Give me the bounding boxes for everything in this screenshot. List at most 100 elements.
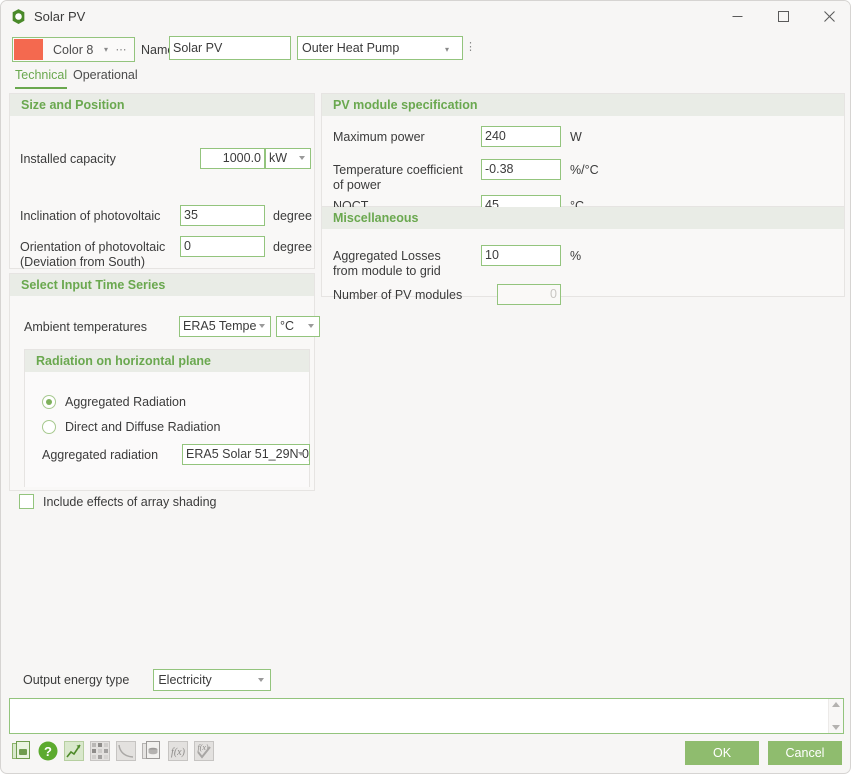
group-miscellaneous: Miscellaneous Aggregated Losses from mod… bbox=[321, 207, 845, 305]
svg-text:?: ? bbox=[44, 744, 52, 759]
temperature-coefficient-label-line2: of power bbox=[333, 178, 381, 192]
comment-textarea[interactable] bbox=[9, 698, 844, 734]
inclination-unit: degree bbox=[273, 209, 312, 223]
tab-bar: Technical Operational bbox=[1, 68, 850, 91]
orientation-input[interactable]: 0 bbox=[180, 236, 265, 257]
array-shading-checkbox-row[interactable]: Include effects of array shading bbox=[19, 494, 217, 509]
chevron-down-icon bbox=[299, 156, 305, 160]
matrix-grid-icon[interactable] bbox=[89, 740, 111, 762]
chevron-down-icon[interactable]: ▾ bbox=[445, 45, 449, 54]
inclination-label: Inclination of photovoltaic bbox=[20, 209, 161, 223]
group-header-time-series: Select Input Time Series bbox=[10, 274, 314, 296]
more-options-icon[interactable]: ⋯ bbox=[116, 43, 128, 56]
temperature-coefficient-input[interactable]: -0.38 bbox=[481, 159, 561, 180]
inclination-input[interactable]: 35 bbox=[180, 205, 265, 226]
solar-pv-dialog: Solar PV Color 8 ▾ ⋯ Name: Solar PV Oute… bbox=[0, 0, 851, 774]
aggregated-losses-unit: % bbox=[570, 249, 582, 263]
group-header-size-and-position: Size and Position bbox=[10, 94, 314, 116]
group-header-radiation: Radiation on horizontal plane bbox=[25, 350, 309, 372]
maximum-power-label: Maximum power bbox=[333, 130, 425, 144]
maximum-power-input[interactable]: 240 bbox=[481, 126, 561, 147]
color-swatch bbox=[14, 39, 43, 60]
title-bar: Solar PV bbox=[1, 1, 850, 32]
chevron-down-icon[interactable]: ▾ bbox=[104, 45, 108, 54]
checkbox-icon[interactable] bbox=[19, 494, 34, 509]
temperature-coefficient-unit: %/°C bbox=[570, 163, 599, 177]
group-pv-module-specification: PV module specification Maximum power 24… bbox=[321, 93, 845, 216]
name-input[interactable]: Solar PV bbox=[169, 36, 291, 60]
window-title: Solar PV bbox=[34, 9, 86, 24]
group-radiation-horizontal-plane: Radiation on horizontal plane Aggregated… bbox=[24, 349, 310, 487]
solar-pv-icon bbox=[12, 9, 25, 24]
chevron-down-icon bbox=[258, 678, 265, 682]
minimize-button[interactable] bbox=[714, 1, 760, 32]
function-fx-check-icon[interactable]: f(x) bbox=[193, 740, 215, 762]
chevron-down-icon bbox=[298, 452, 304, 456]
chevron-down-icon bbox=[259, 324, 265, 328]
help-icon[interactable]: ? bbox=[37, 740, 59, 762]
ambient-temperatures-combo[interactable]: ERA5 Tempe bbox=[179, 316, 271, 337]
orientation-label-line2: (Deviation from South) bbox=[20, 255, 146, 269]
curve-icon[interactable] bbox=[115, 740, 137, 762]
cancel-button[interactable]: Cancel bbox=[768, 741, 842, 765]
orientation-unit: degree bbox=[273, 240, 312, 254]
chart-line-icon[interactable] bbox=[63, 740, 85, 762]
output-energy-type-value: Electricity bbox=[158, 673, 212, 687]
color-picker-combo[interactable]: Color 8 ▾ ⋯ bbox=[12, 37, 135, 62]
ok-button[interactable]: OK bbox=[685, 741, 759, 765]
ambient-temperatures-unit-value: °C bbox=[280, 319, 295, 333]
temperature-coefficient-label: Temperature coefficient of power bbox=[333, 163, 463, 193]
radio-button-icon bbox=[42, 395, 56, 409]
installed-capacity-input[interactable]: 1000.0 bbox=[200, 148, 265, 169]
comment-scrollbar[interactable] bbox=[828, 699, 843, 733]
right-panel: PV module specification Maximum power 24… bbox=[321, 93, 845, 305]
aggregated-radiation-combo[interactable]: ERA5 Solar 51_29N 0_ bbox=[182, 444, 310, 465]
temperature-coefficient-label-line1: Temperature coefficient bbox=[333, 163, 463, 177]
function-fx-icon[interactable]: f(x) bbox=[167, 740, 189, 762]
radio-direct-diffuse-radiation[interactable]: Direct and Diffuse Radiation bbox=[42, 420, 220, 434]
number-of-pv-modules-input: 0 bbox=[497, 284, 561, 305]
header-row: Color 8 ▾ ⋯ Name: Solar PV Outer Heat Pu… bbox=[1, 32, 850, 67]
aggregated-radiation-label: Aggregated radiation bbox=[42, 448, 159, 462]
copy-document-icon[interactable] bbox=[11, 740, 33, 762]
ambient-temperatures-value: ERA5 Tempe bbox=[183, 319, 257, 333]
maximum-power-unit: W bbox=[570, 130, 582, 144]
left-panel: Size and Position Installed capacity 100… bbox=[9, 93, 320, 491]
installed-capacity-unit-value: kW bbox=[269, 151, 288, 165]
maximize-button[interactable] bbox=[760, 1, 806, 32]
ambient-temperatures-unit-combo[interactable]: °C bbox=[276, 316, 320, 337]
output-energy-type-label: Output energy type bbox=[23, 673, 130, 687]
bottom-toolbar: ? f(x) f(x) bbox=[11, 740, 215, 762]
chevron-down-icon bbox=[308, 324, 314, 328]
scroll-up-icon[interactable] bbox=[832, 702, 840, 707]
number-of-pv-modules-label: Number of PV modules bbox=[333, 288, 463, 302]
tab-operational[interactable]: Operational bbox=[73, 68, 138, 87]
vertical-dots-icon[interactable]: ⋮ bbox=[465, 41, 476, 53]
orientation-label: Orientation of photovoltaic (Deviation f… bbox=[20, 240, 165, 270]
aggregated-radiation-value: ERA5 Solar 51_29N 0_ bbox=[186, 447, 310, 461]
aggregated-losses-label: Aggregated Losses from module to grid bbox=[333, 249, 441, 279]
group-header-miscellaneous: Miscellaneous bbox=[322, 207, 844, 229]
database-document-icon[interactable] bbox=[141, 740, 163, 762]
aggregated-losses-input[interactable]: 10 bbox=[481, 245, 561, 266]
installed-capacity-unit-combo[interactable]: kW bbox=[265, 148, 311, 169]
close-button[interactable] bbox=[806, 1, 850, 32]
tab-technical[interactable]: Technical bbox=[15, 68, 68, 89]
scroll-down-icon[interactable] bbox=[832, 725, 840, 730]
radio-aggregated-radiation[interactable]: Aggregated Radiation bbox=[42, 395, 186, 409]
output-energy-type-combo[interactable]: Electricity bbox=[153, 669, 272, 691]
svg-text:f(x): f(x) bbox=[171, 747, 186, 758]
group-select-input-time-series: Select Input Time Series Ambient tempera… bbox=[9, 273, 320, 491]
ambient-temperatures-label: Ambient temperatures bbox=[24, 320, 147, 334]
installed-capacity-label: Installed capacity bbox=[20, 152, 116, 166]
radio-button-icon bbox=[42, 420, 56, 434]
orientation-label-line1: Orientation of photovoltaic bbox=[20, 240, 166, 254]
group-size-and-position: Size and Position Installed capacity 100… bbox=[9, 93, 315, 269]
color-label: Color 8 bbox=[53, 42, 94, 57]
radio-direct-diffuse-radiation-label: Direct and Diffuse Radiation bbox=[65, 420, 221, 434]
parent-object-combo[interactable]: Outer Heat Pump bbox=[297, 36, 463, 60]
aggregated-losses-label-line2: from module to grid bbox=[333, 264, 441, 278]
radio-aggregated-radiation-label: Aggregated Radiation bbox=[65, 395, 186, 409]
aggregated-losses-label-line1: Aggregated Losses bbox=[333, 249, 441, 263]
output-energy-type-row: Output energy type Electricity bbox=[23, 669, 272, 691]
